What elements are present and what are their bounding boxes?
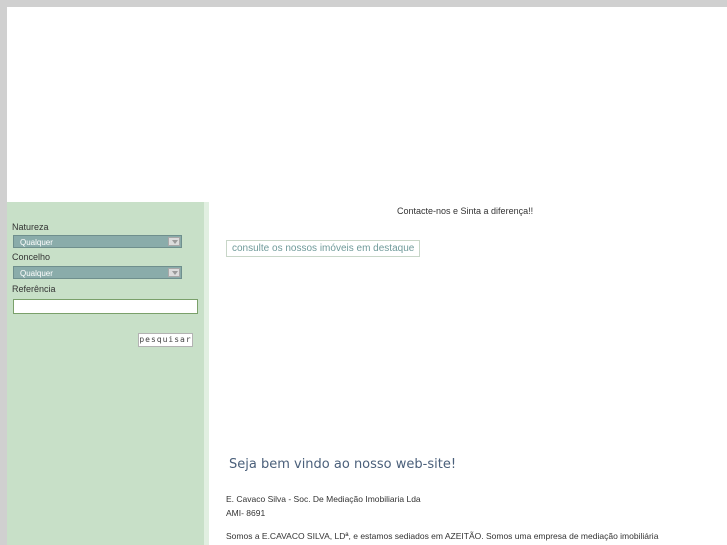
dropdown-arrow-icon[interactable] [168, 268, 180, 277]
natureza-select[interactable]: Qualquer [13, 235, 182, 248]
referencia-input[interactable] [13, 299, 198, 314]
tagline: Contacte-nos e Sinta a diferença!! [397, 206, 534, 216]
sidebar-edge [204, 202, 209, 545]
featured-properties-link[interactable]: consulte os nossos imóveis em destaque [226, 240, 421, 257]
search-button[interactable]: pesquisar [138, 333, 193, 347]
company-name: E. Cavaco Silva - Soc. De Mediação Imobi… [226, 494, 421, 504]
natureza-selected-value: Qualquer [20, 238, 53, 247]
referencia-label: Referência [12, 284, 56, 294]
concelho-select[interactable]: Qualquer [13, 266, 182, 279]
welcome-title: Seja bem vindo ao nosso web-site! [229, 457, 457, 472]
dropdown-arrow-icon[interactable] [168, 237, 180, 246]
ami-number: AMI- 8691 [226, 508, 266, 518]
concelho-selected-value: Qualquer [20, 269, 53, 278]
concelho-label: Concelho [12, 252, 51, 262]
natureza-label: Natureza [12, 222, 49, 232]
intro-paragraph: Somos a E.CAVACO SILVA, LDª, e estamos s… [226, 531, 659, 541]
page: Natureza Qualquer Concelho Qualquer Refe… [7, 7, 727, 545]
